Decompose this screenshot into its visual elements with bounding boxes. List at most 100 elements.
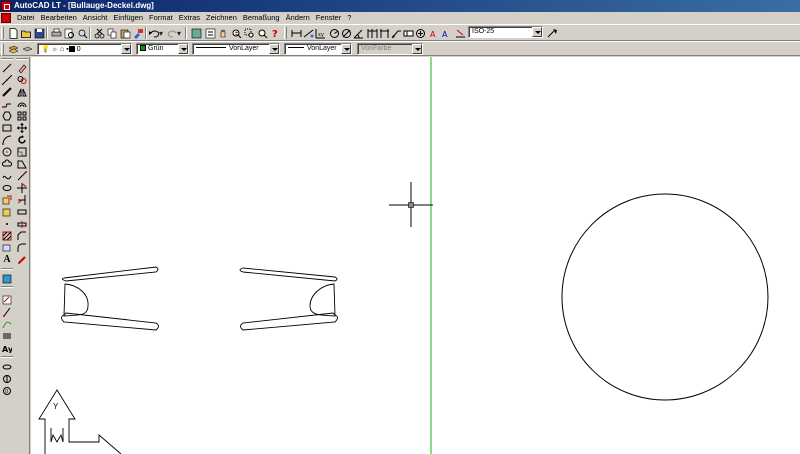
menu-item-7[interactable]: Bemaßung xyxy=(240,13,283,22)
chevron-down-icon[interactable] xyxy=(341,44,351,54)
center-mark-icon[interactable] xyxy=(414,27,426,39)
menu-item-6[interactable]: Zeichnen xyxy=(203,13,240,22)
array-icon[interactable] xyxy=(16,110,28,121)
menu-item-5[interactable]: Extras xyxy=(176,13,203,22)
line-icon[interactable] xyxy=(1,62,13,73)
porthole-circle[interactable] xyxy=(561,193,769,401)
menu-item-0[interactable]: Datei xyxy=(14,13,38,22)
document-icon[interactable] xyxy=(1,13,11,23)
print-icon[interactable] xyxy=(50,27,62,39)
ucs-object-icon[interactable] xyxy=(1,373,13,384)
offset-icon[interactable] xyxy=(16,98,28,109)
region-icon[interactable] xyxy=(1,242,13,253)
bracket-part-left[interactable] xyxy=(61,266,159,331)
area-icon[interactable] xyxy=(1,318,13,329)
break-at-point-icon[interactable] xyxy=(16,218,28,229)
chevron-down-icon[interactable] xyxy=(532,27,542,37)
inquiry-icon[interactable] xyxy=(1,294,13,305)
erase-icon[interactable] xyxy=(16,62,28,73)
color-dropdown[interactable]: Grün xyxy=(136,43,189,55)
dimtedit-icon[interactable]: A xyxy=(440,27,452,39)
dim-angular-icon[interactable] xyxy=(352,27,364,39)
properties-icon[interactable] xyxy=(204,27,216,39)
cut-icon[interactable] xyxy=(93,27,105,39)
dimedit-icon[interactable]: A xyxy=(428,27,440,39)
dim-ordinate-icon[interactable]: xy xyxy=(314,27,326,39)
zoom-window-icon[interactable] xyxy=(243,27,255,39)
new-file-icon[interactable] xyxy=(7,27,19,39)
ellipse-icon[interactable] xyxy=(1,182,13,193)
toolbar-grip[interactable] xyxy=(1,27,4,39)
hexagon-icon[interactable] xyxy=(1,110,13,121)
chevron-down-icon[interactable] xyxy=(178,44,188,54)
point-icon[interactable] xyxy=(1,218,13,229)
revcloud-icon[interactable] xyxy=(1,158,13,169)
rectangle-icon[interactable] xyxy=(1,122,13,133)
autocad-app-icon[interactable] xyxy=(1,1,11,11)
fillet-icon[interactable] xyxy=(16,242,28,253)
dim-linear-icon[interactable] xyxy=(290,27,302,39)
plot-preview-icon[interactable] xyxy=(63,27,75,39)
layer-manager-icon[interactable] xyxy=(7,43,19,55)
spline-icon[interactable] xyxy=(1,170,13,181)
drawing-canvas[interactable]: Y xyxy=(31,57,800,454)
open-file-icon[interactable] xyxy=(20,27,32,39)
list-icon[interactable] xyxy=(1,330,13,341)
ucs-world-icon[interactable]: 0 xyxy=(1,385,13,396)
lengthen-icon[interactable] xyxy=(16,170,28,181)
dimstyle-dropdown[interactable]: ISO-25 xyxy=(468,26,543,38)
move-icon[interactable] xyxy=(16,122,28,133)
construction-line-icon[interactable] xyxy=(1,74,13,85)
extend-icon[interactable] xyxy=(16,194,28,205)
multiline-text-icon[interactable]: A xyxy=(1,254,13,265)
trim-icon[interactable] xyxy=(16,182,28,193)
help-icon[interactable]: ? xyxy=(269,27,281,39)
circle-icon[interactable] xyxy=(1,146,13,157)
menu-item-10[interactable]: ? xyxy=(344,13,354,22)
leader-icon[interactable] xyxy=(390,27,402,39)
copy-icon[interactable] xyxy=(106,27,118,39)
designcenter-icon[interactable] xyxy=(190,27,202,39)
undo-dropdown-icon[interactable]: ▾ xyxy=(158,27,164,39)
polygon-icon[interactable] xyxy=(1,98,13,109)
lineweight-dropdown[interactable]: VonLayer xyxy=(284,43,352,55)
polyline-icon[interactable] xyxy=(1,86,13,97)
paste-icon[interactable] xyxy=(119,27,131,39)
menu-item-2[interactable]: Ansicht xyxy=(80,13,111,22)
copy-object-icon[interactable] xyxy=(16,74,28,85)
mirror-icon[interactable] xyxy=(16,86,28,97)
ucs-origin-icon[interactable] xyxy=(1,361,13,372)
chevron-down-icon[interactable] xyxy=(121,44,131,54)
dimstyle-icon[interactable] xyxy=(454,27,466,39)
scale-icon[interactable] xyxy=(16,146,28,157)
rotate-icon[interactable] xyxy=(16,134,28,145)
dim-aligned-icon[interactable] xyxy=(302,27,314,39)
insert-block-icon[interactable] xyxy=(1,194,13,205)
menu-item-1[interactable]: Bearbeiten xyxy=(38,13,80,22)
chevron-down-icon[interactable] xyxy=(269,44,279,54)
id-point-icon[interactable]: Ay xyxy=(1,342,13,353)
dim-update-icon[interactable] xyxy=(546,27,558,39)
make-block-icon[interactable] xyxy=(1,206,13,217)
make-object-layer-current-icon[interactable] xyxy=(21,43,33,55)
break-icon[interactable] xyxy=(16,206,28,217)
explode-icon[interactable] xyxy=(16,254,28,265)
save-icon[interactable] xyxy=(33,27,45,39)
match-properties-icon[interactable] xyxy=(132,27,144,39)
bracket-part-right[interactable] xyxy=(239,267,338,331)
menu-item-8[interactable]: Ändern xyxy=(283,13,313,22)
zoom-realtime-icon[interactable]: ± xyxy=(230,27,242,39)
chamfer-icon[interactable] xyxy=(16,230,28,241)
menu-item-3[interactable]: Einfügen xyxy=(110,13,146,22)
layout-icon[interactable] xyxy=(1,273,13,284)
distance-icon[interactable] xyxy=(1,306,13,317)
zoom-previous-icon[interactable] xyxy=(256,27,268,39)
menu-item-9[interactable]: Fenster xyxy=(313,13,344,22)
toolbar-grip[interactable] xyxy=(1,44,4,56)
tolerance-icon[interactable] xyxy=(402,27,414,39)
pan-icon[interactable] xyxy=(217,27,229,39)
dim-baseline-icon[interactable] xyxy=(378,27,390,39)
redo-dropdown-icon[interactable]: ▾ xyxy=(176,27,182,39)
linetype-dropdown[interactable]: VonLayer xyxy=(192,43,280,55)
stretch-icon[interactable] xyxy=(16,158,28,169)
